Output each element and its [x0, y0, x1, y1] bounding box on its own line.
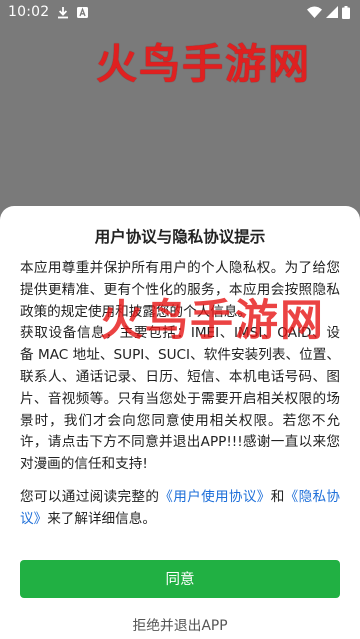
user-agreement-link[interactable]: 《用户使用协议》: [159, 489, 270, 505]
cellular-icon: [326, 6, 338, 18]
privacy-dialog: 用户协议与隐私协议提示 本应用尊重并保护所有用户的个人隐私权。为了给您提供更精准…: [0, 206, 360, 639]
intro-paragraph: 本应用尊重并保护所有用户的个人隐私权。为了给您提供更精准、更有个性化的服务，本应…: [20, 260, 340, 320]
status-bar: 10:02: [0, 0, 360, 24]
watermark-logo: 火鸟手游网: [96, 40, 311, 88]
download-icon: [57, 6, 69, 19]
app-screen: 10:02 火鸟手游网 用户协议与隐私协议提示 本应用尊重并保护所有用户的个人隐…: [0, 0, 360, 639]
dialog-title: 用户协议与隐私协议提示: [94, 228, 266, 246]
status-bar-right: [307, 5, 350, 19]
agreements-paragraph: 您可以通过阅读完整的《用户使用协议》和《隐私协议》来了解详细信息。: [20, 487, 340, 531]
permissions-paragraph: 获取设备信息，主要包括：IMEI、IMSI、OAID、设备 MAC 地址、SUP…: [20, 325, 340, 473]
battery-icon: [342, 5, 350, 19]
links-conjunction: 和: [270, 488, 285, 505]
agree-button[interactable]: 同意: [20, 559, 340, 598]
text-a-icon: [77, 6, 89, 18]
status-bar-left: 10:02: [8, 4, 89, 20]
reject-exit-button[interactable]: 拒绝并退出APP: [20, 614, 340, 634]
links-prefix: 您可以通过阅读完整的: [20, 488, 160, 505]
links-suffix: 来了解详细信息。: [47, 510, 156, 527]
wifi-icon: [307, 6, 322, 18]
status-time: 10:02: [8, 4, 50, 20]
dialog-body: 本应用尊重并保护所有用户的个人隐私权。为了给您提供更精准、更有个性化的服务，本应…: [20, 258, 340, 531]
